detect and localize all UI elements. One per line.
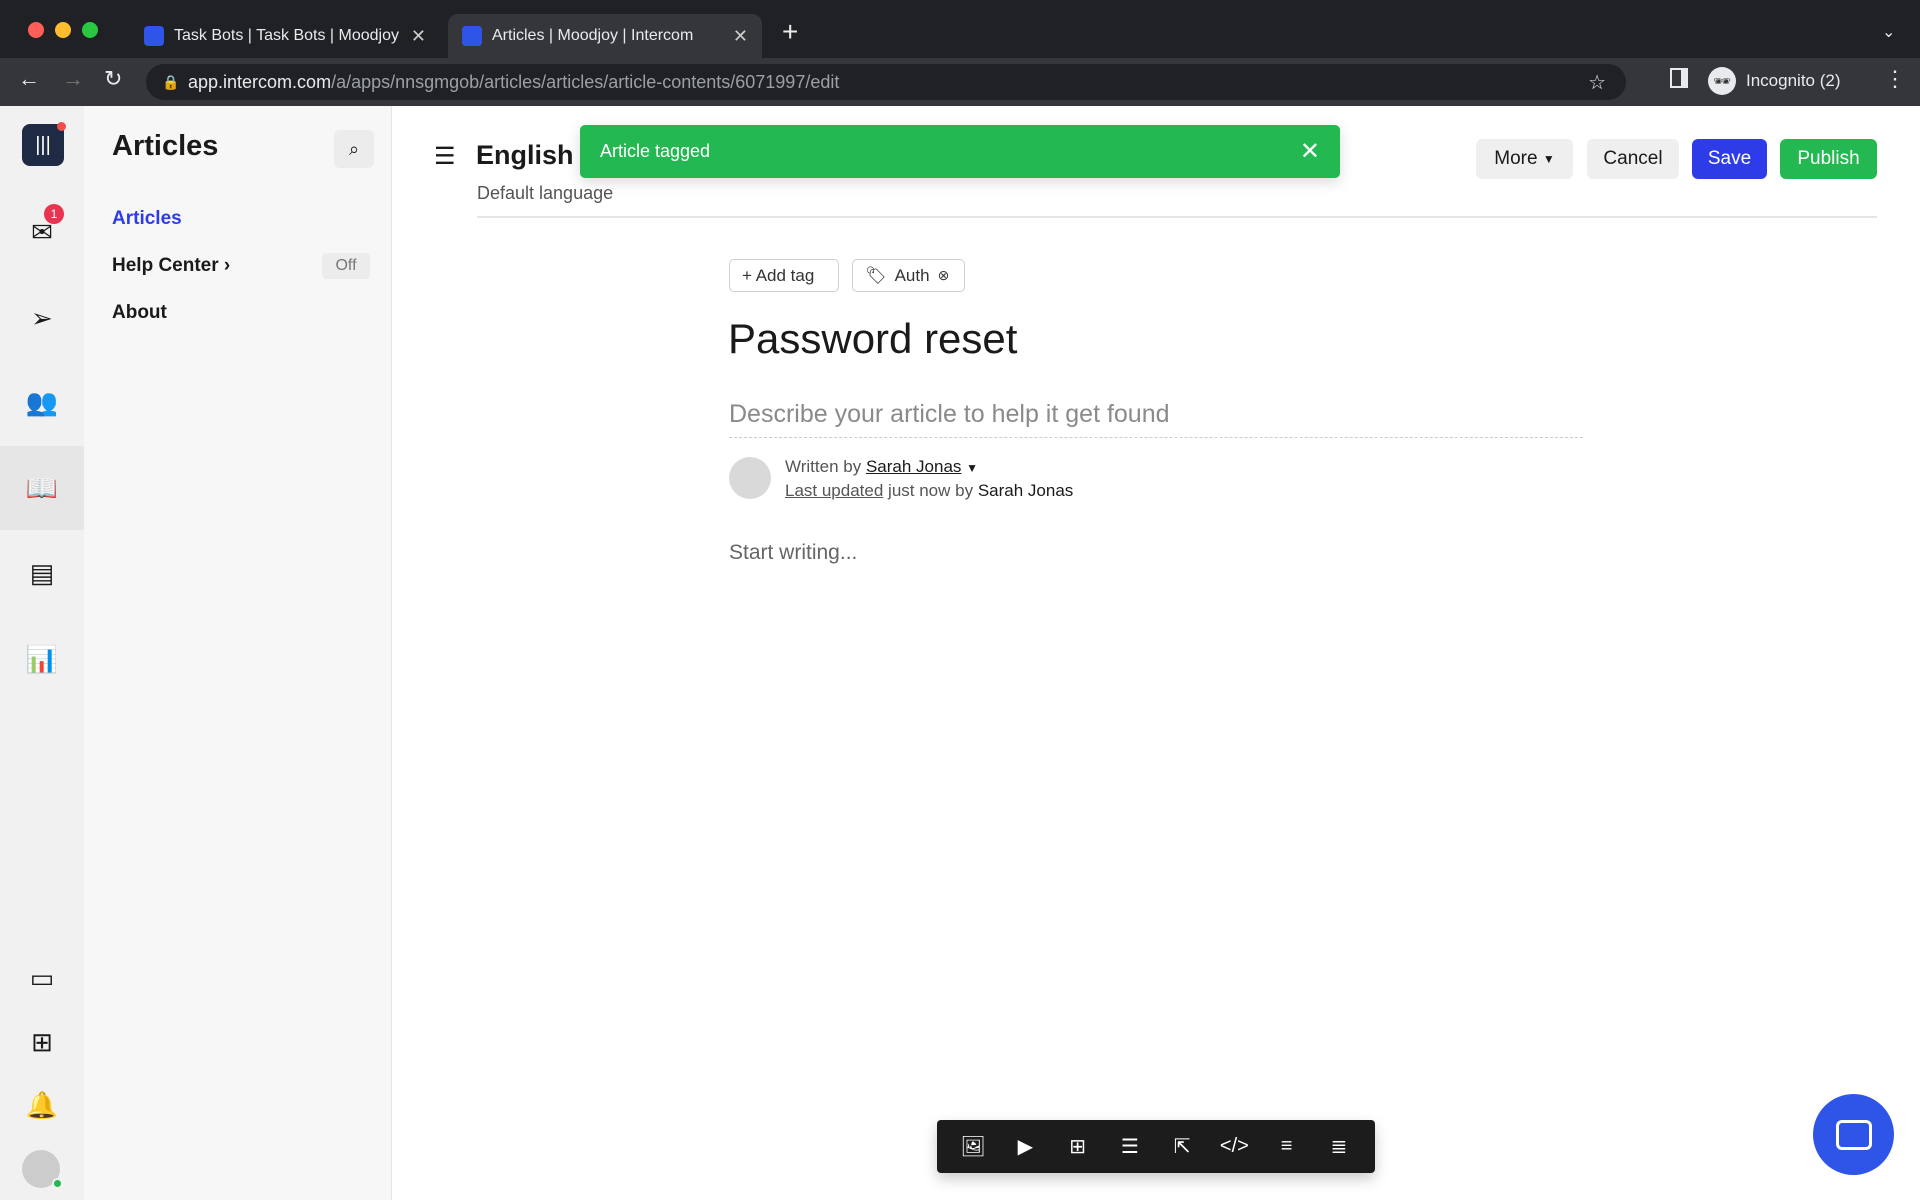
maximize-window-button[interactable] [82,22,98,38]
more-label: More [1494,148,1538,169]
written-by-line: Written by Sarah Jonas ▼ [785,457,978,477]
toast-notification: Article tagged ✕ [580,125,1340,178]
last-updated-link[interactable]: Last updated [785,481,883,500]
tab-search-icon[interactable]: ⌄ [1882,22,1895,42]
search-icon[interactable]: ⌕ [334,130,374,168]
article-title-input[interactable]: Password reset [728,315,1017,363]
side-panel-icon[interactable] [1670,68,1688,88]
new-tab-button[interactable]: + [782,16,798,48]
caret-down-icon: ▼ [1542,152,1555,166]
intercom-favicon-icon [462,26,482,46]
author-selector[interactable]: Sarah Jonas [866,457,961,476]
hamburger-menu-icon[interactable]: ☰ [434,142,456,171]
app-store-icon[interactable]: ⊞ [22,1022,62,1062]
inbox-badge: 1 [44,204,64,224]
tag-icon: 🏷 [865,265,887,285]
lock-icon: 🔒 [162,73,180,90]
save-button[interactable]: Save [1692,139,1767,179]
help-center-status-badge: Off [322,253,370,279]
header-divider [477,216,1877,218]
insert-video-icon[interactable]: ▶ [1010,1134,1040,1159]
tab-title: Task Bots | Task Bots | Moodjoy [174,27,399,44]
insert-table-icon[interactable]: ⊞ [1063,1134,1093,1159]
sidebar-item-articles[interactable]: Articles [112,208,182,230]
cancel-button[interactable]: Cancel [1587,139,1679,179]
updated-text: just now by [888,481,974,500]
intercom-favicon-icon [144,26,164,46]
profile-label: Incognito (2) [1746,71,1841,90]
insert-image-icon[interactable]: 🖼 [958,1134,988,1159]
bookmark-star-icon[interactable]: ☆ [1588,70,1606,95]
browser-tab-active[interactable]: Articles | Moodjoy | Intercom ✕ [448,14,762,58]
intercom-logo-icon[interactable]: ||| [22,124,64,166]
url-host: app.intercom.com [188,71,332,92]
knowledge-icon[interactable]: ▤ [22,553,62,593]
numbered-list-icon[interactable]: ≣ [1324,1134,1354,1159]
close-tab-icon[interactable]: ✕ [411,26,426,47]
outbound-send-icon[interactable]: ➢ [22,298,62,338]
publish-button[interactable]: Publish [1780,139,1877,179]
online-status-dot [52,1178,63,1189]
language-subtitle: Default language [477,183,614,203]
contacts-icon[interactable]: 👥 [22,382,62,422]
language-title[interactable]: English [476,140,574,171]
messenger-icon [1835,1119,1872,1150]
last-updated-line: Last updated just now by Sarah Jonas [785,481,1073,501]
tab-title: Articles | Moodjoy | Intercom [492,27,694,44]
sidebar-item-help-center[interactable]: Help Center › [112,255,230,277]
insert-divider-icon[interactable]: ☰ [1115,1134,1145,1159]
article-description-input[interactable]: Describe your article to help it get fou… [729,400,1583,438]
messenger-settings-icon[interactable]: ▭ [22,958,62,998]
browser-menu-icon[interactable]: ⋮ [1884,66,1906,92]
incognito-profile-button[interactable]: 🕶 Incognito (2) [1708,64,1858,98]
sidebar-item-about[interactable]: About [112,302,167,324]
bulleted-list-icon[interactable]: ≡ [1272,1135,1302,1158]
notifications-bell-icon[interactable]: 🔔 [22,1085,62,1125]
minimize-window-button[interactable] [55,22,71,38]
tag-label: Auth [894,265,930,285]
back-icon[interactable]: ← [18,66,40,92]
browser-tab[interactable]: Task Bots | Task Bots | Moodjoy ✕ [130,14,440,58]
incognito-icon: 🕶 [1708,67,1736,95]
close-tab-icon[interactable]: ✕ [733,26,748,47]
more-dropdown-button[interactable]: More ▼ [1476,139,1573,179]
sidebar-title: Articles [112,130,219,162]
insert-button-icon[interactable]: ⇱ [1167,1134,1197,1159]
url-path: /a/apps/nnsgmgob/articles/articles/artic… [331,71,840,92]
updated-by: Sarah Jonas [977,481,1074,500]
sidebar-item-label: Help Center [112,255,219,276]
close-window-button[interactable] [28,22,44,38]
reload-icon[interactable]: ↻ [104,66,122,92]
toast-message: Article tagged [600,141,711,161]
article-body-editor[interactable]: Start writing... [729,541,857,565]
caret-down-icon[interactable]: ▼ [966,461,978,475]
notification-dot [57,122,66,131]
written-by-label: Written by [785,457,862,476]
forward-icon[interactable]: → [62,66,84,92]
add-tag-button[interactable]: + Add tag [729,259,839,292]
close-toast-icon[interactable]: ✕ [1300,137,1320,166]
messenger-launcher-button[interactable] [1813,1094,1894,1175]
url-input[interactable]: 🔒 app.intercom.com/a/apps/nnsgmgob/articl… [146,64,1626,100]
insert-code-icon[interactable]: </> [1219,1135,1249,1158]
insert-toolbar: 🖼 ▶ ⊞ ☰ ⇱ </> ≡ ≣ [937,1120,1375,1173]
remove-tag-icon[interactable]: ⊗ [938,267,950,284]
reports-chart-icon[interactable]: 📊 [22,639,62,679]
tag-chip: 🏷 Auth ⊗ [852,259,965,292]
author-avatar [729,457,771,499]
chevron-right-icon: › [223,255,231,276]
articles-book-icon[interactable]: 📖 [22,468,62,508]
